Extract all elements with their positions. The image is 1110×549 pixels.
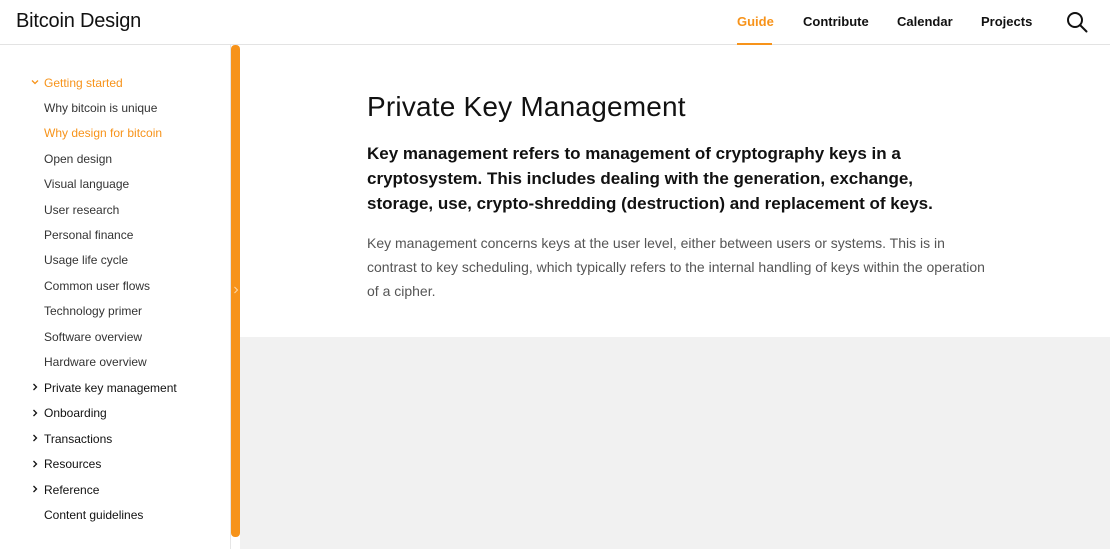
sidebar-item-common-user-flows[interactable]: Common user flows [44, 279, 150, 293]
chevron-right-icon[interactable] [30, 433, 40, 443]
sidebar-item-open-design[interactable]: Open design [44, 152, 112, 166]
sidebar-section-resources[interactable]: Resources [44, 457, 101, 471]
chevron-right-icon[interactable] [30, 382, 40, 392]
sidebar-nav: Getting started Why bitcoin is unique Wh… [0, 45, 231, 549]
top-header: Bitcoin Design Guide Contribute Calendar… [0, 0, 1110, 45]
sidebar-item-hardware-overview[interactable]: Hardware overview [44, 355, 147, 369]
sidebar-item-usage-life-cycle[interactable]: Usage life cycle [44, 253, 128, 267]
chevron-right-icon[interactable] [30, 408, 40, 418]
sidebar-item-personal-finance[interactable]: Personal finance [44, 228, 133, 242]
body-paragraph: Key management concerns keys at the user… [367, 235, 985, 299]
sidebar-section-private-key-management[interactable]: Private key management [44, 381, 177, 395]
sidebar-section-transactions[interactable]: Transactions [44, 432, 112, 446]
brand-logo[interactable]: Bitcoin Design [16, 10, 141, 33]
nav-guide[interactable]: Guide [737, 14, 774, 29]
page-title: Private Key Management [367, 91, 686, 122]
sidebar-section-getting-started[interactable]: Getting started [44, 76, 123, 90]
chevron-right-icon[interactable] [30, 459, 40, 469]
sidebar-item-user-research[interactable]: User research [44, 203, 119, 217]
sidebar-item-technology-primer[interactable]: Technology primer [44, 304, 142, 318]
sidebar-item-why-bitcoin-is-unique[interactable]: Why bitcoin is unique [44, 101, 157, 115]
sidebar-item-why-design-for-bitcoin[interactable]: Why design for bitcoin [44, 126, 162, 140]
chevron-right-icon[interactable] [30, 484, 40, 494]
sidebar-item-visual-language[interactable]: Visual language [44, 177, 129, 191]
nav-contribute[interactable]: Contribute [803, 14, 869, 29]
sidebar-item-software-overview[interactable]: Software overview [44, 330, 142, 344]
chevron-down-icon[interactable] [30, 77, 40, 87]
sidebar-item-content-guidelines[interactable]: Content guidelines [44, 508, 143, 522]
nav-projects[interactable]: Projects [981, 14, 1032, 29]
nav-calendar[interactable]: Calendar [897, 14, 953, 29]
sidebar-section-reference[interactable]: Reference [44, 483, 99, 497]
lead-paragraph: Key management refers to management of c… [367, 144, 933, 213]
content-gray-area [240, 337, 1110, 549]
chevron-right-icon [234, 286, 239, 294]
sidebar-section-onboarding[interactable]: Onboarding [44, 406, 107, 420]
search-icon[interactable] [1066, 11, 1088, 33]
